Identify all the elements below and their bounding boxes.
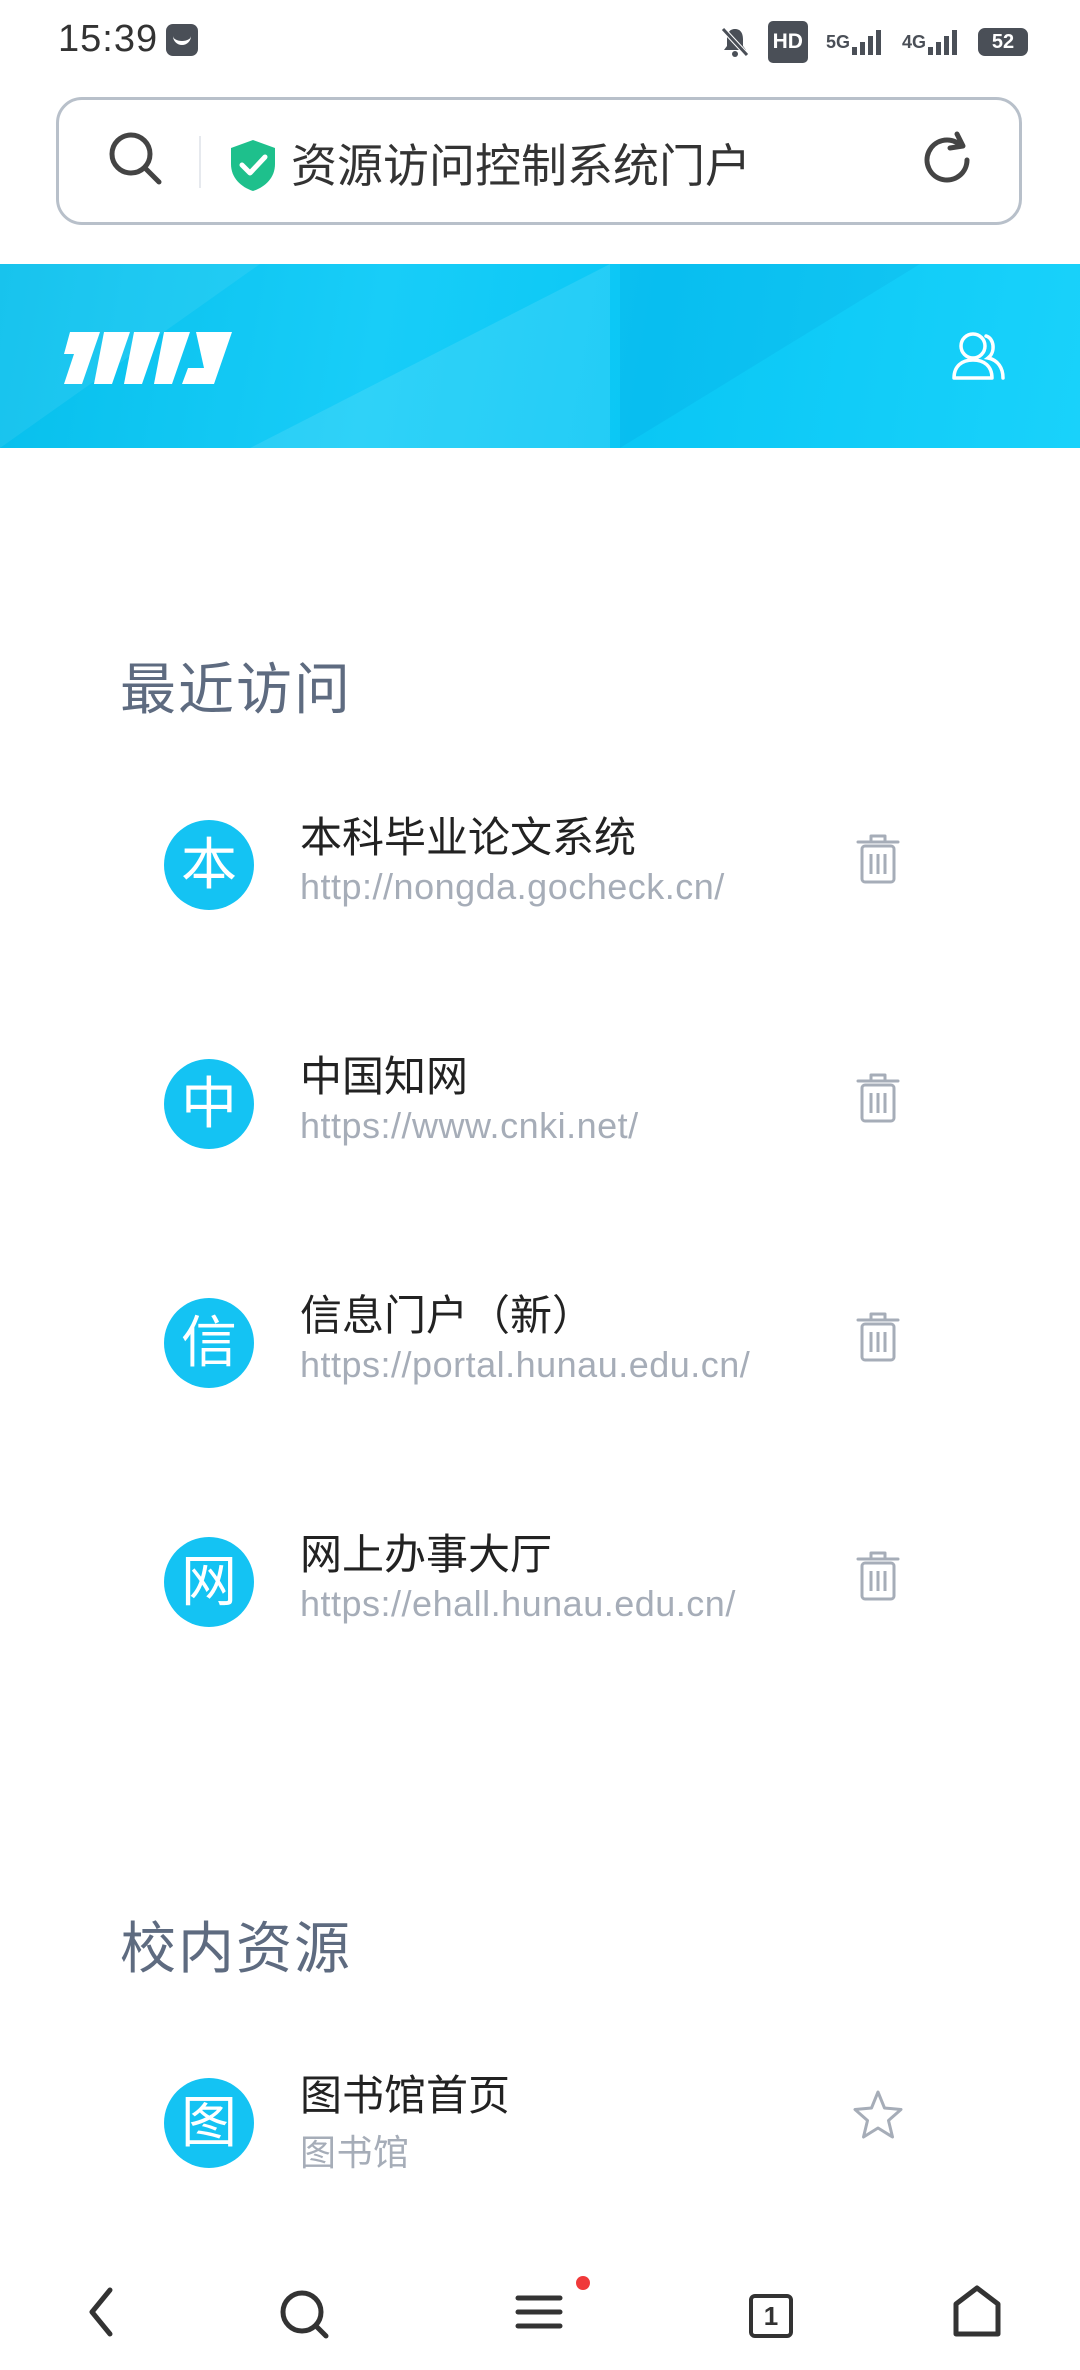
menu-icon[interactable] [494, 2270, 584, 2360]
item-url: https://portal.hunau.edu.cn/ [300, 1344, 751, 1385]
item-avatar: 中 [164, 1059, 254, 1149]
recent-section-title: 最近访问 [120, 658, 352, 721]
campus-section-title: 校内资源 [120, 1917, 352, 1980]
trash-icon[interactable] [850, 828, 906, 888]
star-icon[interactable] [850, 2086, 906, 2146]
item-title[interactable]: 图书馆首页 [300, 2062, 510, 2123]
item-avatar: 网 [164, 1537, 254, 1627]
back-icon[interactable] [58, 2270, 148, 2360]
signal-4g-icon: 4G [902, 23, 960, 61]
item-title[interactable]: 本科毕业论文系统 [300, 804, 636, 865]
notification-icon [166, 24, 198, 56]
mute-icon [720, 23, 750, 61]
trash-icon[interactable] [850, 1067, 906, 1127]
list-item[interactable]: 网 网上办事大厅 https://ehall.hunau.edu.cn/ [0, 1505, 1080, 1655]
item-avatar: 信 [164, 1298, 254, 1388]
refresh-icon[interactable] [917, 130, 977, 195]
net-5g-label: 5G [825, 32, 850, 52]
search-icon[interactable] [258, 2270, 348, 2360]
brand-logo [60, 328, 236, 393]
item-url: https://ehall.hunau.edu.cn/ [300, 1583, 736, 1624]
item-title[interactable]: 网上办事大厅 [300, 1521, 552, 1582]
user-profile-icon[interactable] [948, 326, 1008, 391]
page-title[interactable]: 资源访问控制系统门户 [291, 130, 751, 196]
tabs-button[interactable]: 1 [749, 2294, 793, 2338]
address-bar[interactable]: 资源访问控制系统门户 [56, 97, 1022, 225]
item-url: https://www.cnki.net/ [300, 1105, 639, 1146]
trash-icon[interactable] [850, 1306, 906, 1366]
search-icon[interactable] [105, 128, 165, 193]
item-title[interactable]: 中国知网 [300, 1043, 468, 1104]
list-item[interactable]: 图 图书馆首页 图书馆 [0, 2046, 1080, 2196]
item-subtitle: 图书馆 [300, 2132, 410, 2173]
status-time: 15:39 [58, 18, 159, 60]
list-item[interactable]: 中 中国知网 https://www.cnki.net/ [0, 1027, 1080, 1177]
secure-shield-icon[interactable] [227, 138, 279, 197]
list-item[interactable]: 信 信息门户（新） https://portal.hunau.edu.cn/ [0, 1266, 1080, 1416]
battery-icon: 52 [978, 28, 1028, 56]
bottom-navigation [0, 2270, 1080, 2370]
item-url: http://nongda.gocheck.cn/ [300, 866, 725, 907]
item-avatar: 本 [164, 820, 254, 910]
home-icon[interactable] [932, 2270, 1022, 2360]
list-item[interactable]: 本 本科毕业论文系统 http://nongda.gocheck.cn/ [0, 788, 1080, 938]
status-bar: 15:39 HD 5G 4G 52 [0, 0, 1080, 82]
status-icons: HD 5G 4G 52 [720, 21, 1028, 63]
trash-icon[interactable] [850, 1545, 906, 1605]
net-4g-label: 4G [901, 32, 926, 52]
item-avatar: 图 [164, 2078, 254, 2168]
menu-badge-dot [576, 2276, 590, 2290]
hd-icon: HD [767, 21, 808, 63]
header-banner [0, 264, 1080, 448]
address-divider [199, 136, 201, 188]
signal-5g-icon: 5G [826, 23, 884, 61]
item-title[interactable]: 信息门户（新） [300, 1282, 594, 1343]
